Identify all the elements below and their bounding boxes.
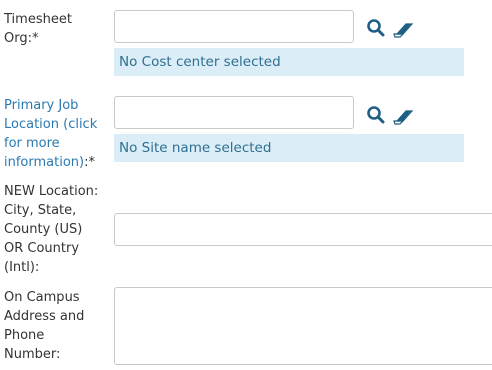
timesheet-org-input[interactable] xyxy=(114,10,354,43)
new-location-label: NEW Location: City, State, County (US) O… xyxy=(4,184,99,275)
required-marker: :* xyxy=(84,155,95,170)
eraser-icon[interactable] xyxy=(393,18,414,38)
new-location-input[interactable] xyxy=(114,213,492,246)
cost-center-status: No Cost center selected xyxy=(114,48,464,76)
timesheet-org-label: Timesheet Org:* xyxy=(4,12,72,46)
primary-job-location-label[interactable]: Primary Job Location (click for more inf… xyxy=(4,96,108,172)
primary-job-location-input[interactable] xyxy=(114,96,354,129)
site-name-status: No Site name selected xyxy=(114,134,464,162)
on-campus-address-label: On Campus Address and Phone Number: xyxy=(4,290,85,362)
eraser-icon[interactable] xyxy=(393,105,414,125)
search-icon[interactable] xyxy=(366,18,386,38)
search-icon[interactable] xyxy=(366,105,386,125)
on-campus-address-textarea[interactable] xyxy=(114,287,492,365)
